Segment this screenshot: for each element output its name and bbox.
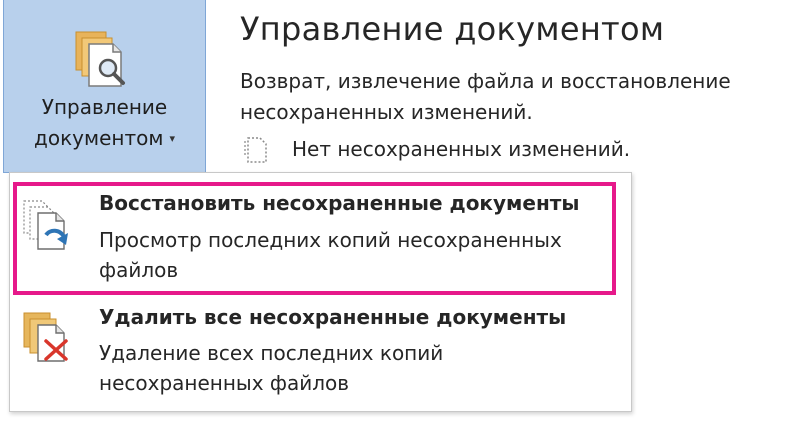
no-unsaved-changes-text: Нет несохраненных изменений.	[292, 137, 631, 161]
chevron-down-icon: ▾	[169, 132, 175, 145]
delete-unsaved-documents-title: Удалить все несохраненные документы	[99, 305, 567, 329]
manage-document-label-line1: Управление	[41, 95, 168, 119]
highlight-frame	[13, 182, 616, 295]
delete-unsaved-documents-item[interactable]: Удалить все несохраненные документы Удал…	[10, 301, 631, 413]
delete-documents-icon	[23, 312, 68, 362]
panel-title: Управление документом	[240, 10, 665, 48]
document-search-icon	[75, 31, 125, 87]
manage-document-label-line2: документом ▾	[34, 126, 175, 150]
blank-document-icon	[244, 137, 267, 163]
manage-document-button[interactable]: Управление документом ▾	[3, 0, 206, 173]
delete-unsaved-documents-description: Удаление всех последних копий несохранен…	[99, 341, 444, 395]
panel-description: Возврат, извлечение файла и восстановлен…	[240, 69, 731, 124]
